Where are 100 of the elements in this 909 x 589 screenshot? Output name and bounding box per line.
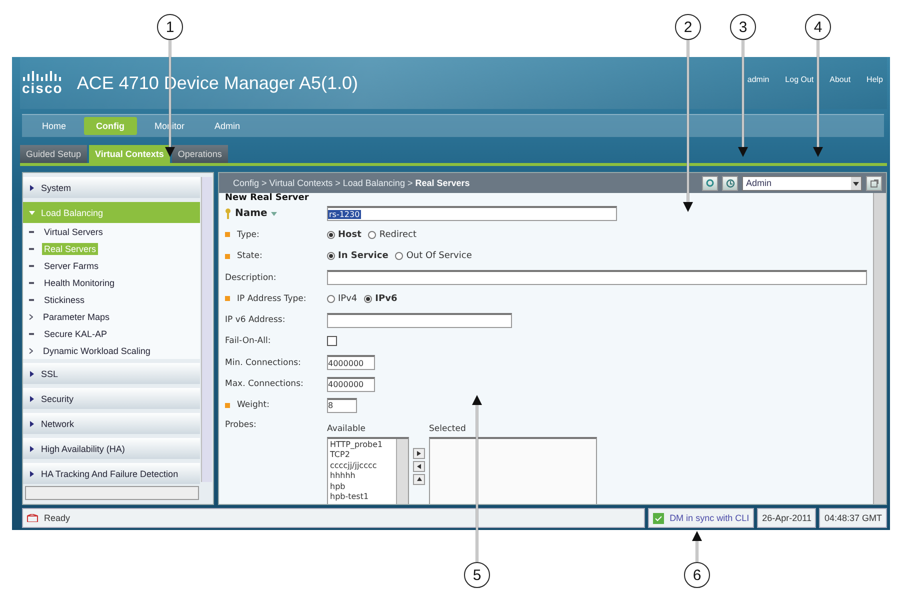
header-link[interactable]: About bbox=[830, 75, 851, 84]
list-item[interactable]: hpb-test1 bbox=[330, 492, 394, 503]
chevron-right-icon bbox=[29, 314, 33, 320]
caret-down-icon bbox=[29, 210, 35, 216]
required-icon bbox=[225, 296, 230, 302]
radio-option[interactable]: IPv6 bbox=[364, 294, 398, 304]
dash-icon bbox=[29, 264, 34, 266]
list-label: Available bbox=[327, 422, 366, 434]
clock-button[interactable] bbox=[722, 176, 738, 190]
caret-right-icon bbox=[29, 184, 35, 190]
move-right-button[interactable] bbox=[413, 448, 425, 459]
radio-option[interactable]: IPv4 bbox=[327, 294, 358, 304]
field-label: Weight: bbox=[237, 400, 270, 410]
radio-option[interactable]: In Service bbox=[327, 251, 388, 262]
date-text: 26-Apr-2011 bbox=[762, 513, 812, 523]
header-link[interactable]: Help bbox=[866, 75, 883, 84]
field-label: Max. Connections: bbox=[225, 379, 304, 390]
callout-number: 4 bbox=[805, 14, 831, 40]
radio-option[interactable]: Redirect bbox=[368, 230, 416, 240]
arrow-up-icon bbox=[416, 477, 422, 482]
field-label: IP v6 Address: bbox=[225, 315, 286, 326]
leader-line bbox=[692, 531, 702, 562]
header-link[interactable]: admin bbox=[747, 75, 770, 84]
caret-right-icon bbox=[29, 420, 35, 426]
dash-icon bbox=[29, 298, 34, 300]
available-list[interactable]: HTTP_probe1 TCP2 ccccjj/jjcccc hhhhh hpb hpb-test1 bbox=[327, 436, 409, 504]
text-field[interactable]: 4000000 bbox=[327, 376, 375, 392]
text-field[interactable]: 8 bbox=[327, 398, 357, 413]
sidebar-section[interactable]: SSL bbox=[23, 363, 200, 384]
scrollbar[interactable] bbox=[396, 438, 408, 504]
text-field[interactable] bbox=[327, 312, 512, 328]
refresh-icon bbox=[706, 179, 714, 187]
popout-button[interactable] bbox=[866, 176, 882, 190]
sub-tab[interactable]: Guided Setup bbox=[20, 145, 88, 163]
sidebar-section[interactable]: High Availability (HA) bbox=[23, 438, 200, 459]
list-item[interactable]: hhhhh bbox=[330, 471, 394, 482]
header-link[interactable]: Log Out bbox=[785, 75, 814, 84]
field-label: Description: bbox=[225, 272, 276, 283]
required-icon bbox=[225, 232, 230, 238]
logo-text: cisco bbox=[22, 81, 63, 95]
caret-right-icon bbox=[29, 446, 35, 452]
arrow-right-icon bbox=[417, 450, 421, 456]
dash-icon bbox=[29, 332, 34, 334]
field-label: Min. Connections: bbox=[225, 358, 301, 368]
caret-right-icon bbox=[29, 396, 35, 402]
caret-right-icon bbox=[29, 470, 35, 476]
status-icon bbox=[27, 514, 38, 522]
scrollbar[interactable] bbox=[201, 177, 212, 482]
dash-icon bbox=[29, 230, 34, 232]
callout-number: 3 bbox=[730, 14, 756, 40]
name-field[interactable]: rs-1230 bbox=[327, 206, 617, 222]
sync-status: DM in sync with CLI bbox=[670, 513, 750, 523]
field-label: Type: bbox=[237, 230, 260, 240]
sidebar-section[interactable]: Security bbox=[23, 388, 200, 409]
caret-right-icon bbox=[29, 370, 35, 376]
refresh-button[interactable] bbox=[702, 176, 718, 190]
nav-tab[interactable]: Admin bbox=[202, 117, 252, 135]
logo-bars-icon bbox=[22, 71, 62, 81]
sidebar-section[interactable]: HA Tracking And Failure Detection bbox=[23, 463, 200, 484]
required-icon bbox=[225, 402, 230, 408]
checkbox[interactable] bbox=[327, 336, 337, 346]
breadcrumb: Config > Virtual Contexts > Load Balancing > Real Servers bbox=[233, 178, 470, 188]
nav-tab[interactable]: Home bbox=[30, 117, 78, 135]
role-select[interactable]: Admin bbox=[742, 176, 862, 190]
move-left-button[interactable] bbox=[413, 460, 425, 472]
field-label: Name bbox=[235, 208, 268, 220]
radio-option[interactable]: Out Of Service bbox=[395, 251, 472, 262]
status-text: Ready bbox=[44, 513, 70, 523]
callout-number: 1 bbox=[157, 14, 183, 40]
dash-icon bbox=[29, 248, 34, 250]
text-field[interactable] bbox=[327, 270, 867, 286]
clock-icon bbox=[726, 178, 734, 188]
field-label: Fail-On-All: bbox=[225, 336, 271, 346]
key-icon bbox=[225, 208, 231, 220]
field-label: IP Address Type: bbox=[237, 294, 306, 304]
sub-tab[interactable]: Operations bbox=[172, 145, 228, 163]
form-title: New Real Server bbox=[225, 193, 310, 203]
list-item[interactable]: hpb bbox=[330, 482, 394, 492]
callout-number: 6 bbox=[684, 562, 710, 588]
move-up-button[interactable] bbox=[413, 474, 425, 485]
selected-list[interactable] bbox=[429, 436, 597, 504]
text-field[interactable]: 4000000 bbox=[327, 355, 375, 370]
field-label: Probes: bbox=[225, 420, 256, 430]
list-item[interactable]: TCP2 bbox=[330, 450, 394, 461]
popout-icon bbox=[870, 178, 878, 188]
radio-option[interactable]: Host bbox=[327, 230, 362, 240]
callout-number: 2 bbox=[675, 14, 701, 40]
callout-number: 5 bbox=[464, 562, 490, 588]
dash-icon bbox=[29, 282, 34, 284]
scrollbar[interactable] bbox=[873, 193, 886, 504]
time-text: 04:48:37 GMT bbox=[824, 513, 882, 523]
list-item[interactable]: HTTP_probe1 bbox=[330, 440, 394, 450]
sidebar-section[interactable]: System bbox=[23, 177, 200, 198]
scrollbar[interactable] bbox=[25, 486, 199, 500]
field-label: State: bbox=[237, 251, 262, 262]
list-item[interactable]: ccccjj/jjcccc bbox=[330, 460, 394, 472]
required-icon bbox=[225, 254, 230, 259]
check-icon bbox=[652, 512, 664, 524]
sidebar-section[interactable]: Network bbox=[23, 413, 200, 434]
sidebar-item[interactable]: Stickiness bbox=[42, 294, 87, 306]
